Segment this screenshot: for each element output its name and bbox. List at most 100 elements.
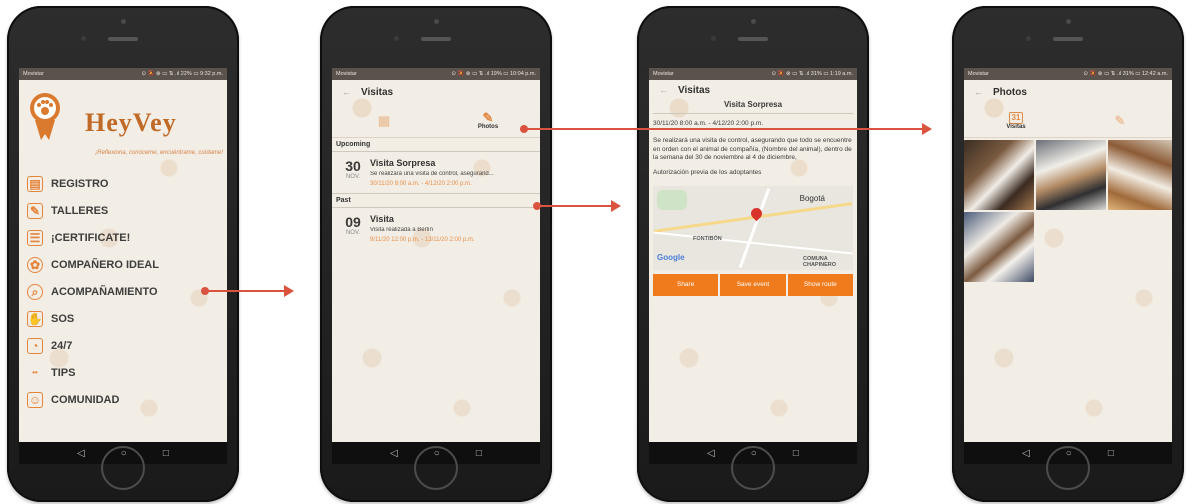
event-title: Visita Sorpresa (653, 100, 853, 114)
clock-hand-icon: ◔ (27, 337, 43, 354)
menu-item-registro[interactable]: ▤ REGISTRO (19, 170, 227, 197)
menu-label: COMPAÑERO IDEAL (51, 258, 159, 271)
map-district-label: FONTIBÓN (693, 235, 722, 242)
menu-label: TIPS (51, 366, 76, 379)
sensor-dot (711, 36, 716, 41)
sensor-dot (394, 36, 399, 41)
menu-item-acompanamiento[interactable]: ⌕ ACOMPAÑAMIENTO (19, 278, 227, 305)
phone-frame-visits: Movistar ⊙ 🔕 ⊗ ▭ ⇅ .ıl 19% ▭ 10:04 p.m. … (320, 6, 552, 502)
share-button[interactable]: Share (653, 273, 719, 296)
nav-back-icon[interactable]: ◁ (1022, 448, 1030, 459)
nav-back-icon[interactable]: ◁ (707, 448, 715, 459)
home-button[interactable] (731, 446, 775, 490)
section-header-upcoming: Upcoming (336, 141, 371, 148)
certificate-icon: ☰ (27, 229, 43, 246)
menu-label: COMUNIDAD (51, 393, 120, 406)
arrow-start-dot (533, 202, 541, 210)
sensor-dot (1026, 36, 1031, 41)
dog-face-icon: ✿ (27, 256, 43, 273)
photo-thumbnail[interactable] (964, 212, 1034, 282)
menu-item-tips[interactable]: •• TIPS (19, 359, 227, 386)
nav-back-icon[interactable]: ◁ (77, 448, 85, 459)
flow-arrow-home-to-visits (201, 285, 294, 297)
tab-bar: ▦ ✎ Photos (332, 104, 540, 138)
status-icons: ⊙ 🔕 ⊗ ▭ ⇅ .ıl 31% ▭ 12:42 a.m. (1083, 71, 1168, 77)
speaker-slot (421, 37, 451, 41)
menu-label: SOS (51, 312, 75, 325)
menu-item-sos[interactable]: ✋ SOS (19, 305, 227, 332)
event-date: 09 NOV. (336, 214, 370, 243)
flow-arrow-photos-to-gallery (520, 123, 932, 135)
app-bar: ← Visitas (332, 80, 540, 104)
menu-item-companero-ideal[interactable]: ✿ COMPAÑERO IDEAL (19, 251, 227, 278)
event-description: Visita realizada a Berlín (370, 227, 433, 233)
speaker-slot (108, 37, 138, 41)
carrier-label: Movistar (336, 71, 357, 77)
tab-calendar[interactable]: ▦ (332, 104, 436, 137)
calendar-icon: ▦ (377, 113, 391, 128)
event-date: 30 NOV. (336, 158, 370, 187)
event-time: 9/11/20 12:00 p.m. - 13/11/20 2:00 p.m. (370, 237, 475, 243)
photo-thumbnail[interactable] (964, 140, 1034, 210)
nav-recent-icon[interactable]: □ (1108, 448, 1114, 459)
speaker-slot (738, 37, 768, 41)
menu-item-certificate[interactable]: ☰ ¡CERTIFICATE! (19, 224, 227, 251)
home-button[interactable] (101, 446, 145, 490)
screen-visits: Movistar ⊙ 🔕 ⊗ ▭ ⇅ .ıl 19% ▭ 10:04 p.m. … (332, 68, 540, 464)
photo-grid (964, 140, 1172, 282)
camera-dot (121, 19, 126, 24)
nav-recent-icon[interactable]: □ (793, 448, 799, 459)
brand-header: HeyVey ¡Reflexiona, conóceme, encuéntram… (19, 80, 227, 170)
status-bar: Movistar ⊙ 🔕 ⊗ ▭ ⇅ .ıl 22% ▭ 9:32 p.m. (19, 68, 227, 80)
event-day: 30 (345, 158, 361, 174)
map-attribution: Google (657, 252, 685, 262)
camera-dot (434, 19, 439, 24)
community-icon: ☺ (27, 391, 43, 408)
sensor-dot (81, 36, 86, 41)
show-route-button[interactable]: Show route (787, 273, 853, 296)
event-row[interactable]: 09 NOV. Visita Visita realizada a Berlín… (332, 207, 540, 249)
event-range: 30/11/20 8:00 a.m. - 4/12/20 2:00 p.m. (653, 120, 764, 127)
status-bar: Movistar ⊙ 🔕 ⊗ ▭ ⇅ .ıl 31% ▭ 1:19 a.m. (649, 68, 857, 80)
action-buttons: Share Save event Show route (653, 273, 853, 296)
event-description: Se realizará una visita de control, aseg… (653, 136, 852, 162)
status-icons: ⊙ 🔕 ⊗ ▭ ⇅ .ıl 19% ▭ 10:04 p.m. (451, 71, 536, 77)
paw-ribbon-icon (30, 93, 60, 140)
brand-tagline: ¡Reflexiona, conóceme, encuéntrame, cuíd… (95, 150, 223, 156)
menu-item-comunidad[interactable]: ☺ COMUNIDAD (19, 386, 227, 413)
back-arrow-icon[interactable]: ← (974, 87, 983, 97)
arrow-start-dot (520, 125, 528, 133)
calendar-icon: 31 (1008, 111, 1024, 124)
nav-back-icon[interactable]: ◁ (390, 448, 398, 459)
home-button[interactable] (414, 446, 458, 490)
event-month: NOV. (345, 174, 361, 180)
back-arrow-icon[interactable]: ← (342, 87, 351, 97)
menu-item-talleres[interactable]: ✎ TALLERES (19, 197, 227, 224)
page-title: Visitas (678, 84, 711, 96)
location-map[interactable]: Bogotá FONTIBÓN COMUNA CHAPINERO Google (653, 185, 853, 270)
image-edit-icon: ✎ (482, 110, 494, 125)
back-arrow-icon[interactable]: ← (659, 85, 668, 95)
save-event-button[interactable]: Save event (720, 273, 786, 296)
map-city-label: Bogotá (799, 193, 825, 203)
event-month: NOV. (345, 230, 361, 236)
arrow-head (611, 200, 621, 212)
event-row[interactable]: 30 NOV. Visita Sorpresa Se realizará una… (332, 151, 540, 194)
page-title: Visitas (361, 86, 394, 98)
tab-visits[interactable]: 31 Visitas (964, 104, 1068, 137)
phone-frame-home: Movistar ⊙ 🔕 ⊗ ▭ ⇅ .ıl 22% ▭ 9:32 p.m. H… (7, 6, 239, 502)
photo-thumbnail[interactable] (1108, 140, 1172, 210)
status-bar: Movistar ⊙ 🔕 ⊗ ▭ ⇅ .ıl 31% ▭ 12:42 a.m. (964, 68, 1172, 80)
menu-item-24-7[interactable]: ◔ 24/7 (19, 332, 227, 359)
brand-title: HeyVey (85, 108, 177, 137)
nav-recent-icon[interactable]: □ (476, 448, 482, 459)
tab-photos[interactable]: ✎ (1068, 104, 1172, 137)
photo-thumbnail[interactable] (1036, 140, 1106, 210)
main-menu: ▤ REGISTRO ✎ TALLERES ☰ ¡CERTIFICATE! ✿ COMP… (19, 170, 227, 413)
menu-label: TALLERES (51, 204, 109, 217)
event-details: Visita Visita realizada a Berlín 9/11/20… (370, 214, 536, 243)
nav-recent-icon[interactable]: □ (163, 448, 169, 459)
home-button[interactable] (1046, 446, 1090, 490)
tab-label: Photos (477, 124, 499, 130)
map-commune-label: COMUNA CHAPINERO (803, 255, 837, 268)
